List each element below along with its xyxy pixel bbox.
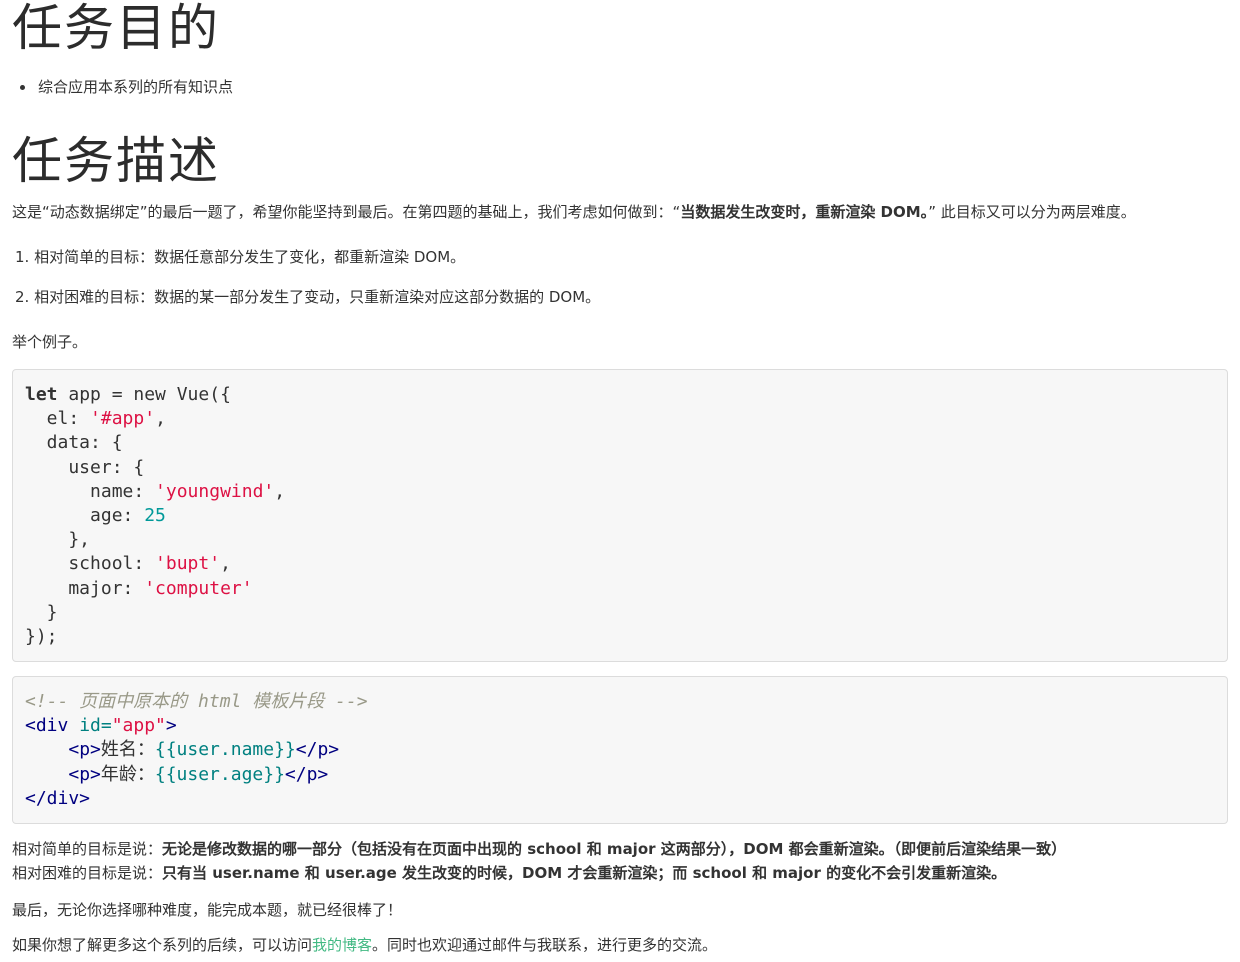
code-tag: </p>	[295, 739, 340, 761]
list-item-text: 综合应用本系列的所有知识点	[38, 78, 234, 96]
code-line-3: data: {	[25, 432, 123, 454]
code-keyword: let	[25, 384, 58, 405]
code-template: {{user.age}}	[154, 763, 285, 785]
code-string: 'bupt'	[155, 553, 221, 575]
code-punct: ,	[155, 408, 166, 430]
intro-text: 这是“动态数据绑定”的最后一题了，希望你能坚持到最后。在第四题的基础上，我们考虑…	[12, 203, 681, 221]
code-string: 'youngwind'	[155, 480, 275, 502]
html-code-block: <!-- 页面中原本的 html 模板片段 --> <div id="app">…	[12, 676, 1228, 824]
code-number: 25	[144, 505, 166, 527]
goal-item-simple: 1. 相对简单的目标：数据任意部分发生了变化，都重新渲染 DOM。	[15, 248, 466, 266]
code-line-2: el:	[25, 408, 91, 430]
code-line-11: });	[25, 626, 58, 648]
code-attr: id=	[79, 715, 112, 737]
code-comment: <!-- 页面中原本的 html 模板片段 -->	[25, 691, 368, 712]
code-tag: <p>	[68, 739, 101, 761]
intro-paragraph: 这是“动态数据绑定”的最后一题了，希望你能坚持到最后。在第四题的基础上，我们考虑…	[12, 200, 1136, 224]
heading-task-purpose: 任务目的	[12, 0, 220, 57]
code-line-6: age:	[25, 505, 145, 527]
code-punct: ,	[220, 553, 231, 575]
code-string: "app"	[111, 715, 166, 737]
code-line-5: name:	[25, 480, 156, 502]
more-prefix: 如果你想了解更多这个系列的后续，可以访问	[12, 936, 313, 954]
explain-hard: 相对困难的目标是说：只有当 user.name 和 user.age 发生改变的…	[12, 861, 1006, 885]
code-string: 'computer'	[144, 577, 253, 599]
list-item: 综合应用本系列的所有知识点	[12, 74, 233, 100]
more-paragraph: 如果你想了解更多这个系列的后续，可以访问我的博客。同时也欢迎通过邮件与我联系，进…	[12, 933, 717, 957]
explain-simple-prefix: 相对简单的目标是说：	[12, 840, 163, 858]
final-paragraph: 最后，无论你选择哪种难度，能完成本题，就已经很棒了！	[12, 901, 403, 919]
bullet-icon	[20, 85, 25, 90]
code-line-9: major:	[25, 577, 145, 599]
blog-link[interactable]: 我的博客	[312, 936, 372, 954]
purpose-list: 综合应用本系列的所有知识点	[12, 74, 233, 100]
code-tag: <div	[25, 715, 80, 737]
explain-hard-bold: 只有当 user.name 和 user.age 发生改变的时候，DOM 才会重…	[162, 864, 1007, 882]
code-line-8: school:	[25, 553, 156, 575]
code-line-4: user: {	[25, 456, 145, 478]
code-template: {{user.name}}	[154, 739, 296, 761]
goal-item-hard: 2. 相对困难的目标：数据的某一部分发生了变动，只重新渲染对应这部分数据的 DO…	[15, 288, 601, 306]
intro-bold: 当数据发生改变时，重新渲染 DOM。	[680, 203, 929, 221]
code-tag: >	[165, 715, 177, 737]
code-tag: <p>	[68, 763, 101, 785]
example-label: 举个例子。	[12, 333, 88, 351]
explain-simple-bold: 无论是修改数据的哪一部分（包括没有在页面中出现的 school 和 major …	[162, 840, 1067, 858]
code-string: '#app'	[90, 408, 156, 430]
code-line-1: app = new Vue({	[57, 384, 231, 405]
heading-task-description: 任务描述	[12, 132, 220, 190]
intro-suffix: ” 此目标又可以分为两层难度。	[928, 203, 1136, 221]
explain-simple: 相对简单的目标是说：无论是修改数据的哪一部分（包括没有在页面中出现的 schoo…	[12, 837, 1066, 861]
code-text: 姓名：	[100, 739, 155, 761]
code-tag: </div>	[25, 787, 91, 809]
code-line-7: },	[25, 529, 91, 551]
js-code-block: let app = new Vue({ el: '#app', data: { …	[12, 369, 1228, 662]
code-text: 年龄：	[100, 763, 155, 785]
explain-hard-prefix: 相对困难的目标是说：	[12, 864, 163, 882]
code-tag: </p>	[284, 763, 329, 785]
code-punct: ,	[274, 480, 286, 502]
more-suffix: 。同时也欢迎通过邮件与我联系，进行更多的交流。	[372, 936, 718, 954]
code-line-10: }	[25, 601, 58, 623]
